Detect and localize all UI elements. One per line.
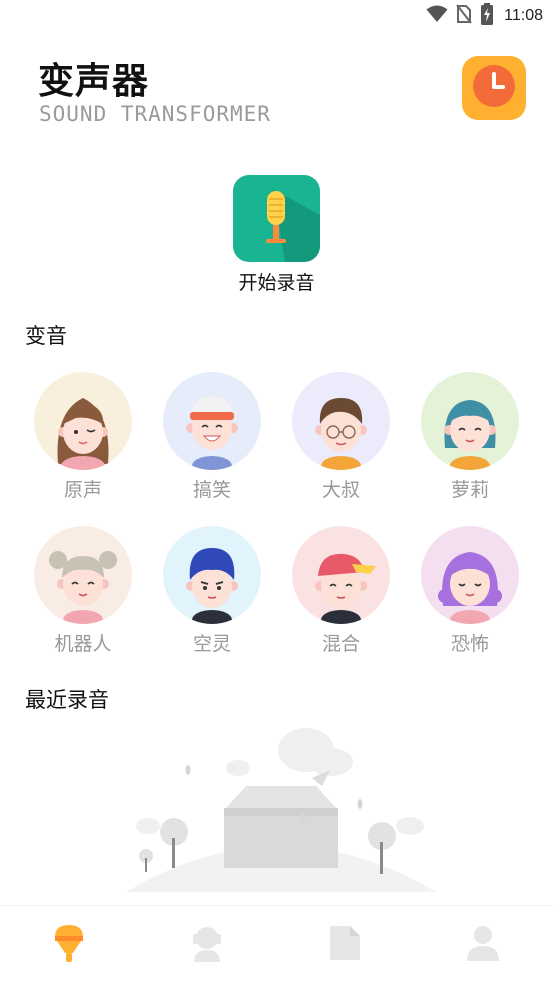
voice-label: 混合: [321, 633, 360, 655]
voice-label: 机器人: [54, 633, 112, 655]
voice-section-title: 变音: [25, 324, 67, 348]
clock-icon: [469, 61, 519, 115]
status-time: 11:08: [504, 7, 543, 24]
voice-item-original[interactable]: 原声: [34, 372, 132, 502]
record-button[interactable]: [233, 175, 320, 262]
microphone-tab-icon: [52, 923, 86, 967]
document-tab-icon: [328, 924, 362, 966]
voice-item-loli[interactable]: 萝莉: [421, 372, 519, 502]
bottom-nav: [0, 905, 553, 983]
tab-files[interactable]: [276, 906, 414, 983]
uncle-glasses-avatar: [292, 372, 390, 470]
voice-item-robot[interactable]: 机器人: [34, 526, 132, 656]
voice-label: 空灵: [192, 633, 231, 655]
voice-label: 原声: [63, 479, 102, 501]
boy-blue-hair-avatar: [163, 526, 261, 624]
record-label: 开始录音: [238, 272, 315, 294]
tab-record[interactable]: [0, 906, 138, 983]
voice-item-funny[interactable]: 搞笑: [163, 372, 261, 502]
voice-label: 搞笑: [192, 479, 231, 501]
mixed-red-cap-avatar: [292, 526, 390, 624]
tab-voice[interactable]: [138, 906, 276, 983]
voice-label: 萝莉: [450, 479, 489, 501]
status-bar: 11:08: [0, 0, 553, 32]
voice-item-horror[interactable]: 恐怖: [421, 526, 519, 656]
empty-box-illustration: [126, 720, 436, 892]
no-sim-icon: [456, 4, 472, 28]
recent-section-title: 最近录音: [25, 688, 109, 712]
robot-buns-avatar: [34, 526, 132, 624]
purple-hair-avatar: [421, 526, 519, 624]
tab-profile[interactable]: [414, 906, 552, 983]
voice-item-ethereal[interactable]: 空灵: [163, 526, 261, 656]
boy-cap-avatar: [163, 372, 261, 470]
battery-charging-icon: [480, 3, 494, 29]
loli-teal-hair-avatar: [421, 372, 519, 470]
history-button[interactable]: [462, 56, 526, 120]
microphone-icon: [233, 189, 320, 262]
voice-item-mixed[interactable]: 混合: [292, 526, 390, 656]
app-title: 变声器: [38, 61, 150, 102]
voice-person-tab-icon: [190, 924, 224, 966]
app-subtitle: SOUND TRANSFORMER: [39, 102, 271, 126]
voice-label: 大叔: [321, 479, 360, 501]
voice-label: 恐怖: [450, 633, 489, 655]
status-icons: 11:08: [426, 3, 543, 29]
voice-item-uncle[interactable]: 大叔: [292, 372, 390, 502]
girl-brown-hair-avatar: [34, 372, 132, 470]
profile-tab-icon: [466, 924, 500, 966]
wifi-icon: [426, 5, 448, 27]
